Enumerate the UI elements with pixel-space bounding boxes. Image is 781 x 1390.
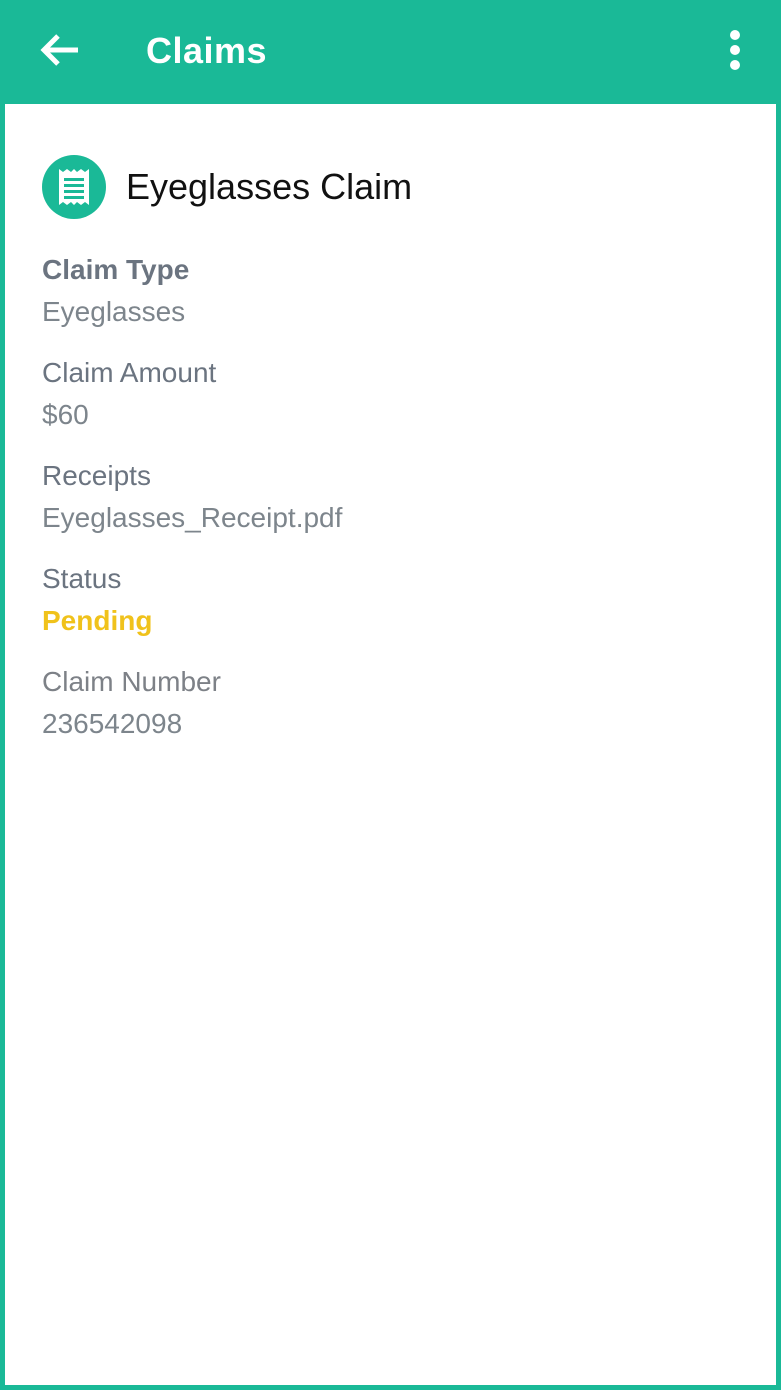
- status-label: Status: [42, 563, 122, 594]
- receipts-label: Receipts: [42, 460, 151, 491]
- claim-type-value: Eyeglasses: [42, 296, 186, 327]
- overflow-menu-button[interactable]: [712, 28, 758, 76]
- status-field: Status Pending: [42, 558, 742, 642]
- receipt-file-link[interactable]: Eyeglasses_Receipt.pdf: [42, 497, 742, 539]
- status-badge: Pending: [42, 605, 153, 636]
- receipt-icon: [42, 155, 106, 219]
- claim-type-label: Claim Type: [42, 254, 190, 285]
- claim-amount-field: Claim Amount $60: [42, 352, 742, 436]
- claim-amount-label: Claim Amount: [42, 357, 217, 388]
- claim-number-value: 236542098: [42, 708, 183, 739]
- claim-type-field: Claim Type Eyeglasses: [42, 249, 742, 333]
- receipts-field: Receipts Eyeglasses_Receipt.pdf: [42, 455, 742, 539]
- more-vert-icon: [729, 29, 741, 76]
- claim-number-field: Claim Number 236542098: [42, 661, 742, 745]
- page-title: Claims: [146, 30, 268, 71]
- back-button[interactable]: [36, 28, 84, 76]
- claim-title: Eyeglasses Claim: [126, 166, 413, 207]
- claim-details: Eyeglasses Claim Claim Type Eyeglasses C…: [42, 155, 742, 764]
- screen-frame: Claims Eyeglasses Claim Claim Type Eyegl…: [0, 0, 781, 1390]
- app-bar: Claims: [0, 0, 781, 104]
- claim-number-label: Claim Number: [42, 666, 221, 697]
- arrow-back-icon: [38, 28, 82, 77]
- claim-header: Eyeglasses Claim: [42, 155, 742, 219]
- claim-amount-value: $60: [42, 399, 89, 430]
